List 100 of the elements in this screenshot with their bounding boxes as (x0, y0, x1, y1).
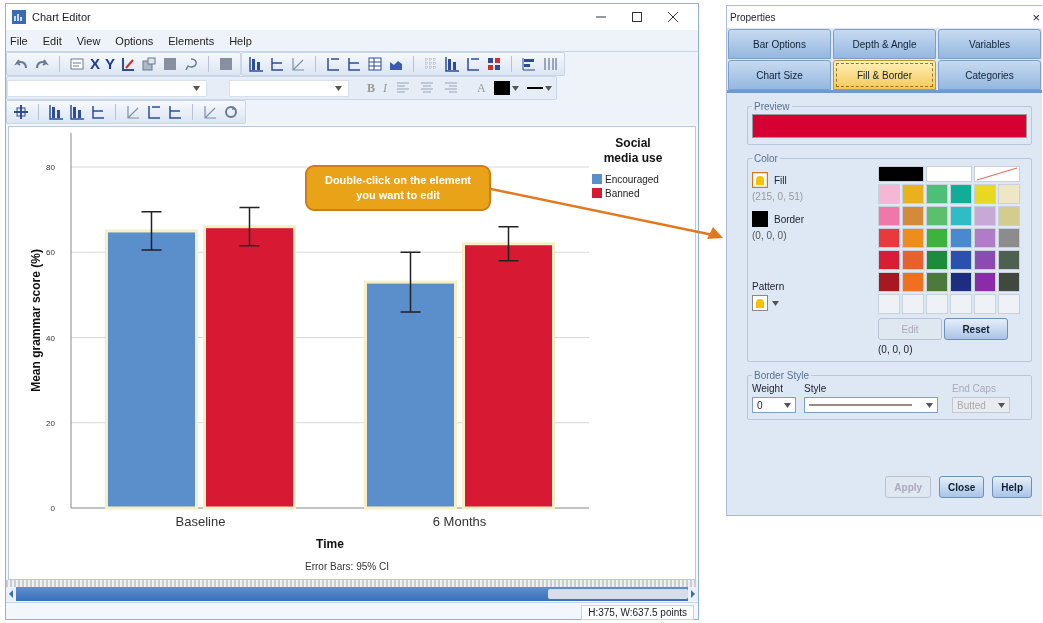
line-style-button[interactable] (526, 85, 552, 91)
chart-footnote: Error Bars: 95% CI (305, 561, 389, 572)
close-icon[interactable] (668, 12, 678, 22)
rgb-value: (0, 0, 0) (752, 230, 788, 241)
pattern-icon[interactable] (752, 295, 768, 311)
menu-item[interactable]: File (6, 34, 39, 47)
paint-bucket-icon[interactable] (752, 172, 768, 188)
bracket-icon[interactable] (146, 104, 162, 120)
dialog-button[interactable]: Close (939, 476, 985, 498)
tick-label: 60 (46, 248, 55, 258)
axis-letter-icon[interactable]: Y (105, 56, 116, 72)
bracket-icon[interactable] (325, 56, 342, 72)
group-label: Color (753, 153, 779, 164)
rgb-value: (0, 0, 0) (878, 344, 914, 355)
menu-item[interactable]: View (72, 34, 112, 47)
weight-dropdown[interactable]: 0 (752, 397, 796, 413)
category-label: Baseline (175, 514, 226, 529)
bar[interactable] (203, 225, 296, 510)
rotate-icon[interactable] (223, 104, 239, 120)
tick-label: 0 (50, 504, 55, 513)
line-icon[interactable] (290, 56, 307, 72)
close-button[interactable]: × (1032, 9, 1040, 25)
bar-chart-icon[interactable] (48, 104, 64, 120)
tab[interactable]: Fill & Border (833, 60, 936, 90)
color-swatch[interactable] (752, 211, 768, 227)
fill-color-button[interactable] (493, 81, 519, 95)
error-bar (399, 251, 422, 313)
app-icon (12, 10, 26, 24)
menu-item[interactable]: Options (111, 34, 165, 47)
tick-label: 40 (46, 333, 55, 343)
caret-icon (511, 85, 519, 91)
target-label[interactable]: Fill (774, 174, 787, 186)
axes-icon[interactable] (346, 56, 363, 72)
tab[interactable]: Depth & Angle (833, 29, 936, 59)
dialog-button[interactable]: Help (992, 476, 1032, 498)
bar-chart-icon[interactable] (69, 104, 85, 120)
dialog-title: Properties (730, 11, 776, 23)
tab[interactable]: Variables (938, 29, 1041, 59)
tab[interactable]: Bar Options (728, 29, 831, 59)
bar-chart-icon[interactable] (444, 56, 461, 72)
empty-swatch[interactable] (998, 294, 1020, 314)
target-label[interactable]: Border (774, 213, 804, 225)
empty-swatch[interactable] (950, 294, 972, 314)
callout-note: Double-click on the element you want to edit (305, 165, 491, 211)
error-bar (497, 225, 520, 262)
axes-icon[interactable] (269, 56, 286, 72)
scroll-right-icon[interactable] (688, 587, 698, 601)
bar[interactable] (364, 280, 457, 510)
caret-icon (926, 402, 933, 408)
legend-title: Social media use (603, 136, 663, 165)
menu-item[interactable]: Help (225, 34, 263, 47)
legend-label: Banned (605, 188, 640, 199)
field-label: End Caps (952, 383, 997, 394)
tick-label: 20 (46, 418, 55, 428)
tab[interactable]: Categories (938, 60, 1041, 90)
axes-icon[interactable] (90, 104, 106, 120)
empty-swatch[interactable] (878, 294, 900, 314)
empty-swatch[interactable] (902, 294, 924, 314)
crosshair-icon[interactable] (13, 104, 29, 120)
axis-letter-icon[interactable]: X (90, 56, 100, 72)
empty-swatch[interactable] (974, 294, 996, 314)
bar-chart-icon[interactable] (521, 56, 538, 72)
menu-item[interactable]: Edit (38, 34, 73, 47)
bar[interactable] (462, 242, 555, 510)
lasso-icon[interactable] (183, 56, 200, 72)
field-label: Style (804, 383, 828, 394)
horizontal-scrollbar[interactable] (6, 587, 698, 601)
error-bar (238, 206, 261, 247)
axes-icon[interactable] (167, 104, 183, 120)
chart-icon[interactable] (120, 56, 137, 72)
y-axis-title: Mean grammar score (%) (29, 249, 43, 392)
text-box-icon[interactable] (69, 56, 85, 72)
dialog-button[interactable]: Reset (944, 318, 1008, 340)
caret-icon (335, 85, 342, 91)
scroll-left-icon[interactable] (6, 587, 16, 601)
group-label: Border Style (753, 370, 811, 381)
menu-item[interactable]: Elements (164, 34, 226, 47)
field-label: Pattern (752, 281, 786, 292)
table-icon[interactable] (367, 56, 384, 72)
no-color-swatch[interactable] (974, 166, 1020, 182)
status-text: H:375, W:637.5 points (581, 605, 694, 620)
line-icon[interactable] (125, 104, 141, 120)
caret-icon (772, 300, 779, 306)
empty-swatch[interactable] (926, 294, 948, 314)
style-dropdown[interactable] (804, 397, 938, 413)
caret-icon (193, 85, 200, 91)
maximize-icon[interactable] (632, 12, 642, 22)
square-icon[interactable] (218, 56, 235, 72)
square-icon[interactable] (162, 56, 179, 72)
line-icon[interactable] (202, 104, 218, 120)
caret-icon (998, 402, 1005, 408)
bar[interactable] (105, 229, 198, 510)
legend-icon[interactable] (486, 56, 503, 72)
group-label: Preview (753, 101, 791, 112)
bracket-icon[interactable] (465, 56, 482, 72)
tick-label: 80 (46, 163, 55, 172)
error-bar (140, 211, 163, 251)
tab[interactable]: Chart Size (728, 60, 831, 90)
bar-chart-icon[interactable] (248, 56, 265, 72)
caret-icon (784, 402, 791, 408)
